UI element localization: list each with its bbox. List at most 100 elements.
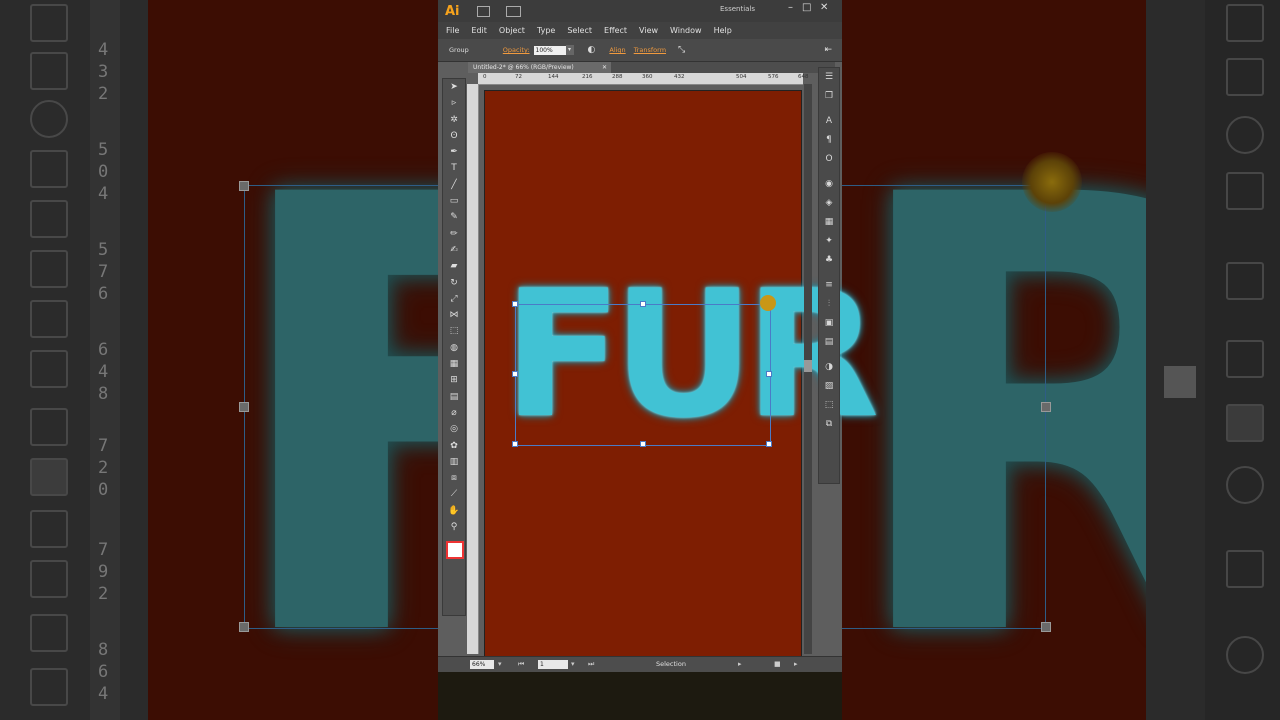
selection-bounding-box[interactable] <box>515 304 771 446</box>
column-graph-tool-icon[interactable]: ▥ <box>443 454 465 470</box>
perspective-grid-tool-icon[interactable]: ▦ <box>443 356 465 372</box>
align-link[interactable]: Align <box>609 46 625 54</box>
document-area: Untitled-2* @ 66% (RGB/Preview) ✕ 0 72 1… <box>438 62 879 673</box>
opacity-dropdown[interactable]: ▾ <box>565 45 574 55</box>
workspace-switcher[interactable]: Essentials <box>720 5 755 13</box>
character-panel-icon[interactable]: A <box>819 112 839 131</box>
lasso-tool-icon[interactable]: ʘ <box>443 128 465 144</box>
color-panel-icon[interactable]: ▣ <box>819 314 839 333</box>
last-artboard-icon[interactable]: ⏭ <box>588 660 594 669</box>
pen-tool-icon[interactable]: ✒ <box>443 144 465 160</box>
pathfinder-panel-icon[interactable]: ▨ <box>819 377 839 396</box>
close-tab-icon[interactable]: ✕ <box>602 62 607 73</box>
paragraph-panel-icon[interactable]: ¶ <box>819 131 839 150</box>
window-bottom-bar <box>438 672 842 720</box>
libraries-panel-icon[interactable]: ❐ <box>819 87 839 106</box>
bg-ruler-digit: 2 <box>98 458 109 478</box>
menu-window[interactable]: Window <box>670 26 702 35</box>
ruler-tick: 432 <box>674 74 685 80</box>
scroll-right-icon[interactable]: ▸ <box>794 660 798 668</box>
align-panel-icon[interactable]: ⫶ <box>819 295 839 314</box>
zoom-dropdown-icon[interactable]: ▾ <box>498 660 502 668</box>
close-button[interactable]: ✕ <box>820 2 828 13</box>
menu-view[interactable]: View <box>639 26 658 35</box>
vertical-scrollbar[interactable] <box>804 84 812 654</box>
eraser-tool-icon[interactable]: ▰ <box>443 258 465 274</box>
scroll-left-icon[interactable]: ■ <box>774 660 781 668</box>
free-transform-tool-icon[interactable]: ⬚ <box>443 323 465 339</box>
zoom-tool-icon[interactable]: ⚲ <box>443 519 465 535</box>
symbols-panel-icon[interactable]: ♣ <box>819 251 839 270</box>
menu-object[interactable]: Object <box>499 26 525 35</box>
artboard[interactable]: FUR <box>484 90 879 658</box>
brushes-panel-icon[interactable]: ✦ <box>819 232 839 251</box>
selection-tool-icon[interactable]: ➤ <box>443 79 465 95</box>
status-text[interactable]: Selection <box>656 660 686 668</box>
isolate-group-icon[interactable]: ⤡ <box>678 45 685 55</box>
eyedropper-tool-icon[interactable]: ⌀ <box>443 405 465 421</box>
scale-tool-icon[interactable]: ⤢ <box>443 291 465 307</box>
menu-edit[interactable]: Edit <box>471 26 487 35</box>
fill-stroke-swatches[interactable] <box>446 541 464 560</box>
artboard-tool-icon[interactable]: ⧈ <box>443 470 465 486</box>
document-tab[interactable]: Untitled-2* @ 66% (RGB/Preview) ✕ <box>468 62 611 73</box>
handle-top-left[interactable] <box>512 301 518 307</box>
mesh-tool-icon[interactable]: ⊞ <box>443 372 465 388</box>
maximize-button[interactable]: □ <box>802 2 811 13</box>
control-panel-menu-icon[interactable]: ⇤ <box>824 45 832 55</box>
links-panel-icon[interactable]: ⧉ <box>819 415 839 434</box>
stroke-panel-icon[interactable]: ≡ <box>819 276 839 295</box>
status-menu-icon[interactable]: ▸ <box>738 660 742 668</box>
width-tool-icon[interactable]: ⋈ <box>443 307 465 323</box>
pencil-tool-icon[interactable]: ✏ <box>443 226 465 242</box>
magic-wand-tool-icon[interactable]: ✲ <box>443 112 465 128</box>
bg-ruler-digit: 2 <box>98 84 109 104</box>
paintbrush-tool-icon[interactable]: ✎ <box>443 209 465 225</box>
transform-panel-icon[interactable]: ⬚ <box>819 396 839 415</box>
vertical-scroll-thumb[interactable] <box>804 360 812 372</box>
opentype-panel-icon[interactable]: O <box>819 150 839 169</box>
menu-effect[interactable]: Effect <box>604 26 627 35</box>
minimize-button[interactable]: – <box>788 2 793 13</box>
direct-selection-tool-icon[interactable]: ▹ <box>443 95 465 111</box>
transparency-panel-icon[interactable]: ◑ <box>819 358 839 377</box>
handle-bottom-right[interactable] <box>766 441 772 447</box>
transform-link[interactable]: Transform <box>634 46 666 54</box>
graphic-styles-panel-icon[interactable]: ◈ <box>819 194 839 213</box>
artboard-number-field[interactable]: 1 <box>538 660 568 669</box>
shape-builder-tool-icon[interactable]: ◍ <box>443 340 465 356</box>
horizontal-ruler[interactable]: 0 72 144 216 288 360 432 504 576 648 <box>478 73 809 85</box>
arrange-documents-icon[interactable] <box>506 5 521 17</box>
menu-type[interactable]: Type <box>537 26 555 35</box>
slice-tool-icon[interactable]: ⟋ <box>443 486 465 502</box>
blob-brush-tool-icon[interactable]: ✍ <box>443 242 465 258</box>
handle-middle-left[interactable] <box>512 371 518 377</box>
menu-file[interactable]: File <box>446 26 459 35</box>
hand-tool-icon[interactable]: ✋ <box>443 503 465 519</box>
swatches-panel-icon[interactable]: ▦ <box>819 213 839 232</box>
menu-help[interactable]: Help <box>714 26 732 35</box>
appearance-panel-icon[interactable]: ◉ <box>819 175 839 194</box>
zoom-level-field[interactable]: 66% <box>470 660 494 669</box>
recolor-artwork-icon[interactable]: ◐ <box>588 45 596 55</box>
blend-tool-icon[interactable]: ◎ <box>443 421 465 437</box>
opacity-link[interactable]: Opacity: <box>503 46 530 54</box>
handle-bottom-center[interactable] <box>640 441 646 447</box>
artboard-dropdown-icon[interactable]: ▾ <box>571 660 575 668</box>
handle-top-center[interactable] <box>640 301 646 307</box>
first-artboard-icon[interactable]: ⏮ <box>518 660 524 669</box>
gradient-panel-icon[interactable]: ▤ <box>819 333 839 352</box>
rectangle-tool-icon[interactable]: ▭ <box>443 193 465 209</box>
vertical-ruler[interactable] <box>467 84 479 654</box>
symbol-sprayer-tool-icon[interactable]: ✿ <box>443 438 465 454</box>
line-tool-icon[interactable]: ╱ <box>443 177 465 193</box>
handle-middle-right[interactable] <box>766 371 772 377</box>
rotate-tool-icon[interactable]: ↻ <box>443 275 465 291</box>
gradient-tool-icon[interactable]: ▤ <box>443 389 465 405</box>
layers-panel-icon[interactable]: ☰ <box>819 68 839 87</box>
handle-bottom-left[interactable] <box>512 441 518 447</box>
bridge-icon[interactable] <box>477 5 490 17</box>
opacity-field[interactable]: 100% <box>533 45 566 55</box>
type-tool-icon[interactable]: T <box>443 160 465 176</box>
menu-select[interactable]: Select <box>567 26 592 35</box>
